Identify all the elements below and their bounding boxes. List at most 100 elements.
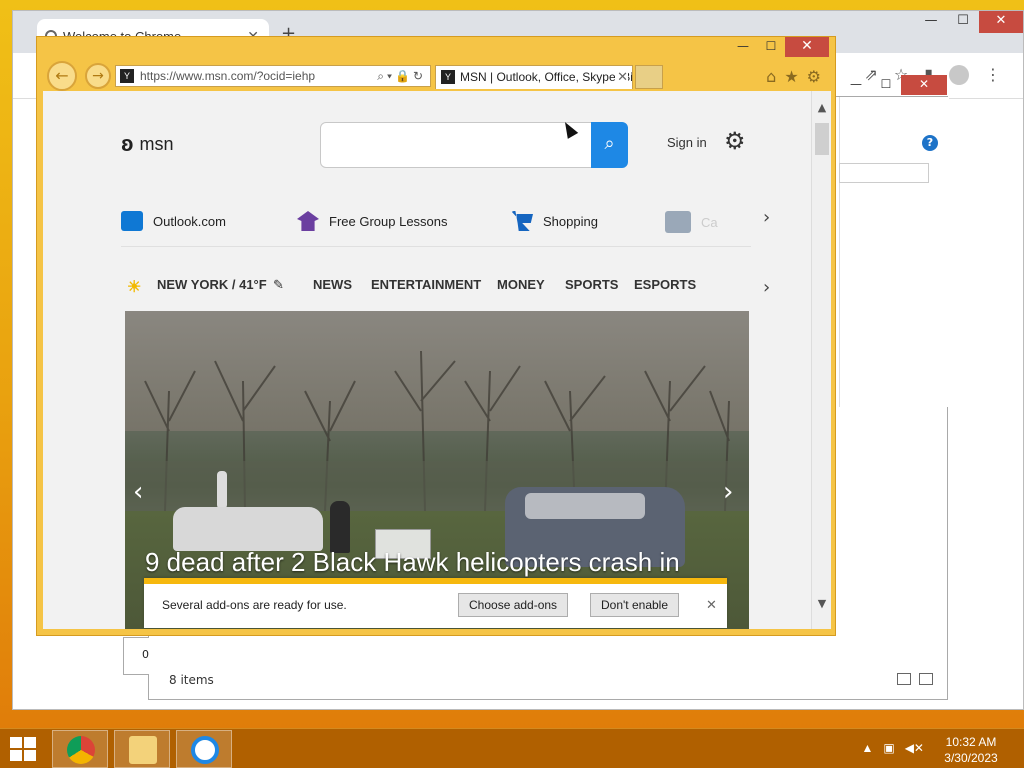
choose-addons-button[interactable]: Choose add-ons bbox=[458, 593, 569, 617]
volume-muted-icon[interactable]: ◀✕ bbox=[905, 741, 924, 755]
chrome-icon bbox=[67, 736, 95, 764]
road-sign-post bbox=[217, 471, 227, 509]
police-car bbox=[173, 507, 323, 551]
dont-enable-button[interactable]: Don't enable bbox=[590, 593, 680, 617]
clock-date: 3/30/2023 bbox=[944, 751, 998, 765]
nav-esports[interactable]: ESPORTS bbox=[634, 277, 696, 292]
msn-logo[interactable]: ʚ msn bbox=[121, 131, 174, 157]
start-logo-pane bbox=[10, 750, 22, 761]
msn-search-button[interactable]: ⌕ bbox=[591, 122, 628, 168]
chrome-maximize-button[interactable]: ☐ bbox=[947, 11, 979, 33]
forward-arrow-icon: → bbox=[92, 68, 104, 84]
scroll-up-chevron-icon[interactable]: ▲ bbox=[812, 101, 831, 114]
hero-prev-chevron-icon[interactable]: ‹ bbox=[133, 477, 143, 507]
nav-next-chevron-icon[interactable]: › bbox=[763, 277, 770, 298]
internet-explorer-window: — ☐ ✕ ← → Y https://www.msn.com/?ocid=ie… bbox=[36, 36, 836, 636]
notification-close-icon[interactable]: ✕ bbox=[706, 597, 717, 613]
sign-in-link[interactable]: Sign in bbox=[667, 135, 707, 150]
msn-quick-links: Outlook.com Free Group Lessons Shopping … bbox=[121, 207, 751, 247]
search-dropdown-icon[interactable]: ⌕▾ bbox=[377, 69, 395, 83]
taskbar: ▲ ▣ ◀✕ 10:32 AM 3/30/2023 bbox=[0, 728, 1024, 768]
quick-link-shopping[interactable]: Shopping bbox=[511, 211, 598, 231]
windows-start-button[interactable] bbox=[10, 737, 36, 761]
ie-maximize-button[interactable]: ☐ bbox=[757, 37, 785, 57]
explorer-search-input[interactable] bbox=[839, 163, 929, 183]
chrome-minimize-button[interactable]: — bbox=[915, 11, 947, 33]
details-view-icon[interactable] bbox=[897, 673, 911, 685]
ie-tab-title: MSN | Outlook, Office, Skype, Bing, Brea… bbox=[460, 70, 632, 84]
hero-headline[interactable]: 9 dead after 2 Black Hawk helicopters cr… bbox=[145, 547, 680, 578]
explorer-window-controls: — ☐ ✕ bbox=[841, 75, 947, 95]
weather-location[interactable]: NEW YORK / 41°F bbox=[157, 277, 267, 292]
outlook-icon bbox=[121, 211, 143, 231]
address-bar-icons: ⌕▾🔒↻ bbox=[377, 66, 426, 86]
quick-link-label: Shopping bbox=[543, 213, 598, 229]
taskbar-internet-explorer[interactable] bbox=[176, 730, 232, 768]
edit-pencil-icon[interactable]: ✎ bbox=[273, 277, 284, 293]
quick-link-label: Outlook.com bbox=[153, 213, 226, 229]
large-icons-view-icon[interactable] bbox=[919, 673, 933, 685]
quick-link-label: Free Group Lessons bbox=[329, 213, 448, 229]
lock-icon[interactable]: 🔒 bbox=[395, 69, 413, 83]
nav-sports[interactable]: SPORTS bbox=[565, 277, 618, 292]
explorer-view-switcher bbox=[897, 673, 933, 685]
forward-button[interactable]: → bbox=[85, 63, 111, 89]
msn-settings-gear-icon[interactable]: ⚙ bbox=[724, 127, 746, 155]
nav-news[interactable]: NEWS bbox=[313, 277, 352, 292]
network-icon[interactable]: ▣ bbox=[883, 741, 894, 755]
start-logo-pane bbox=[24, 750, 36, 761]
officer-figure bbox=[330, 501, 350, 553]
chrome-close-button[interactable]: ✕ bbox=[979, 11, 1023, 33]
addons-message: Several add-ons are ready for use. bbox=[162, 598, 347, 612]
nav-entertainment[interactable]: ENTERTAINMENT bbox=[371, 277, 481, 292]
msn-search-input[interactable] bbox=[320, 122, 592, 168]
ie-new-tab-button[interactable] bbox=[635, 65, 663, 89]
chrome-window-controls: — ☐ ✕ bbox=[915, 11, 1023, 35]
msn-tab-favicon-icon: Y bbox=[441, 70, 455, 84]
scroll-thumb[interactable] bbox=[815, 123, 829, 155]
back-arrow-icon: ← bbox=[55, 66, 69, 85]
quick-link-outlook[interactable]: Outlook.com bbox=[121, 211, 226, 231]
help-icon[interactable]: ? bbox=[922, 135, 938, 151]
hero-next-chevron-icon[interactable]: › bbox=[723, 477, 733, 507]
taskbar-file-explorer[interactable] bbox=[114, 730, 170, 768]
clock-time: 10:32 AM bbox=[945, 735, 997, 749]
msn-nav-row: ☀ NEW YORK / 41°F ✎ NEWS ENTERTAINMENT M… bbox=[127, 275, 747, 297]
internet-explorer-icon bbox=[191, 736, 219, 764]
taskbar-chrome[interactable] bbox=[52, 730, 108, 768]
tray-clock[interactable]: 10:32 AM 3/30/2023 bbox=[936, 734, 1006, 766]
tools-gear-icon[interactable]: ⚙ bbox=[807, 67, 821, 86]
back-button[interactable]: ← bbox=[47, 61, 77, 91]
home-icon[interactable]: ⌂ bbox=[766, 67, 776, 86]
ie-command-icons: ⌂ ★ ⚙ bbox=[766, 67, 821, 86]
explorer-side-stub: 0 bbox=[123, 637, 149, 675]
suv-window bbox=[525, 493, 645, 519]
quick-link-cars[interactable]: Ca bbox=[665, 211, 718, 233]
explorer-minimize-button[interactable]: — bbox=[841, 75, 871, 95]
chrome-menu-icon[interactable]: ⋮ bbox=[985, 65, 1001, 85]
quick-link-group-lessons[interactable]: Free Group Lessons bbox=[297, 211, 448, 231]
ie-vertical-scrollbar[interactable]: ▲ ▼ bbox=[811, 91, 831, 629]
show-hidden-icons-chevron-icon[interactable]: ▲ bbox=[861, 741, 873, 755]
scroll-down-chevron-icon[interactable]: ▼ bbox=[812, 597, 831, 610]
msn-page: ʚ msn ⌕ Sign in ⚙ Outlook.com Free Group… bbox=[43, 91, 811, 629]
graduation-cap-icon bbox=[297, 211, 319, 231]
ie-tab-msn[interactable]: Y MSN | Outlook, Office, Skype, Bing, Br… bbox=[435, 65, 633, 89]
msn-favicon-icon: Y bbox=[120, 69, 134, 83]
ie-close-button[interactable]: ✕ bbox=[785, 37, 829, 57]
profile-avatar-icon[interactable] bbox=[949, 65, 969, 85]
sun-weather-icon: ☀ bbox=[127, 279, 142, 296]
quick-links-next-chevron-icon[interactable]: › bbox=[763, 207, 770, 228]
explorer-close-button[interactable]: ✕ bbox=[901, 75, 947, 95]
ie-minimize-button[interactable]: — bbox=[729, 37, 757, 57]
search-icon: ⌕ bbox=[604, 133, 615, 154]
start-logo-pane bbox=[24, 737, 36, 748]
start-logo-pane bbox=[10, 737, 22, 748]
ie-tab-close-icon[interactable]: ✕ bbox=[615, 66, 628, 88]
nav-money[interactable]: MONEY bbox=[497, 277, 545, 292]
address-bar[interactable]: Y https://www.msn.com/?ocid=iehp ⌕▾🔒↻ bbox=[115, 65, 431, 87]
tray-icons: ▲ ▣ ◀✕ bbox=[861, 741, 924, 755]
favorites-star-icon[interactable]: ★ bbox=[784, 67, 798, 86]
explorer-maximize-button[interactable]: ☐ bbox=[871, 75, 901, 95]
refresh-icon[interactable]: ↻ bbox=[413, 69, 426, 83]
